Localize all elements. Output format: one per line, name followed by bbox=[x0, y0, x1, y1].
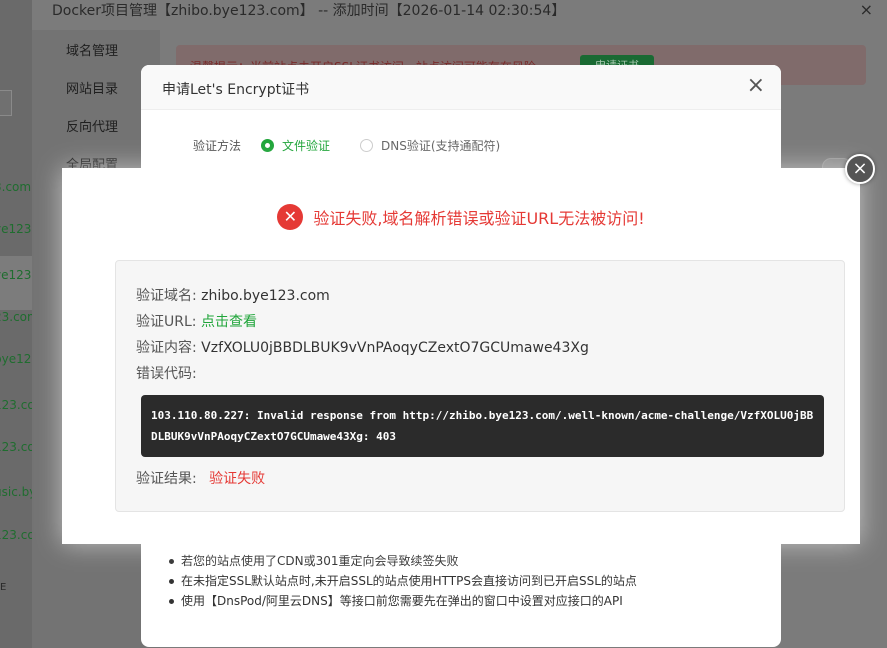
verify-content-value: VzfXOLU0jBBDLBUK9vVnPAoqyCZextO7GCUmawe4… bbox=[201, 340, 589, 356]
background-site-fragment: 123.co bbox=[0, 398, 32, 412]
background-input-box bbox=[0, 90, 12, 116]
dns-verify-label: DNS验证(支持通配符) bbox=[381, 139, 501, 153]
verify-method-row: 验证方法 文件验证 DNS验证(支持通配符) bbox=[193, 137, 530, 154]
tip-item: 若您的站点使用了CDN或301重定向会导致续签失败 bbox=[167, 551, 767, 571]
tip-item: 使用【DnsPod/阿里云DNS】等接口前您需要先在弹出的窗口中设置对应接口的A… bbox=[167, 591, 767, 611]
project-window-title: Docker项目管理【zhibo.bye123.com】 -- 添加时间【202… bbox=[52, 3, 566, 19]
background-site-fragment: bye123. bbox=[0, 352, 32, 366]
verify-result-value: 验证失败 bbox=[209, 471, 266, 487]
error-code-row: 错误代码: bbox=[136, 363, 197, 383]
letsencrypt-dialog-header: 申请Let's Encrypt证书 × bbox=[141, 65, 781, 110]
letsencrypt-dialog-title: 申请Let's Encrypt证书 bbox=[162, 82, 310, 98]
verify-content-row: 验证内容: VzfXOLU0jBBDLBUK9vVnPAoqyCZextO7GC… bbox=[136, 337, 589, 357]
sidebar-item-site-dir[interactable]: 网站目录 bbox=[66, 78, 118, 97]
verify-domain-row: 验证域名: zhibo.bye123.com bbox=[136, 285, 330, 305]
verify-error-dialog: ✕ 验证失败,域名解析错误或验证URL无法被访问! 验证域名: zhibo.by… bbox=[62, 168, 860, 544]
dns-verify-radio[interactable]: DNS验证(支持通配符) bbox=[360, 137, 500, 154]
radio-unchecked-icon bbox=[360, 139, 374, 152]
background-site-list: z 3.com ye123.c ye123.c 23.com bye123. 1… bbox=[0, 0, 32, 648]
verify-content-label: 验证内容: bbox=[136, 340, 197, 356]
close-icon[interactable]: × bbox=[845, 154, 875, 184]
background-selected-row bbox=[0, 256, 32, 310]
file-verify-radio[interactable]: 文件验证 bbox=[261, 137, 330, 154]
error-header: ✕ 验证失败,域名解析错误或验证URL无法被访问! bbox=[62, 204, 860, 230]
verify-method-label: 验证方法 bbox=[193, 139, 242, 153]
background-site-fragment: 23.com bbox=[0, 310, 32, 324]
error-icon: ✕ bbox=[277, 204, 304, 230]
verify-url-row: 验证URL: 点击查看 bbox=[136, 311, 257, 331]
close-icon[interactable]: × bbox=[747, 75, 765, 97]
project-close-icon[interactable]: × bbox=[860, 0, 873, 19]
verify-domain-label: 验证域名: bbox=[136, 288, 197, 304]
tip-item: 在未指定SSL默认站点时,未开启SSL的站点使用HTTPS会直接访问到已开启SS… bbox=[167, 571, 767, 591]
background-site-fragment: usic.by bbox=[0, 485, 32, 499]
radio-checked-icon bbox=[261, 139, 275, 152]
error-code-label: 错误代码: bbox=[136, 366, 197, 382]
verify-url-label: 验证URL: bbox=[136, 314, 197, 330]
background-site-fragment: ye123.c bbox=[0, 222, 32, 236]
verify-result-label: 验证结果: bbox=[136, 471, 197, 487]
background-site-fragment: 123.co bbox=[0, 440, 32, 454]
background-text-fragment: E bbox=[0, 582, 7, 593]
tips-list: 若您的站点使用了CDN或301重定向会导致续签失败 在未指定SSL默认站点时,未… bbox=[167, 551, 767, 611]
error-code-block: 103.110.80.227: Invalid response from ht… bbox=[141, 395, 824, 457]
background-site-fragment: 123.co bbox=[0, 528, 32, 542]
verify-domain-value: zhibo.bye123.com bbox=[201, 288, 330, 304]
verify-result-row: 验证结果: 验证失败 bbox=[136, 468, 265, 488]
sidebar-item-domain[interactable]: 域名管理 bbox=[66, 40, 118, 59]
background-site-fragment: ye123.c bbox=[0, 268, 32, 282]
error-details-panel: 验证域名: zhibo.bye123.com 验证URL: 点击查看 验证内容:… bbox=[115, 260, 845, 512]
file-verify-label: 文件验证 bbox=[282, 139, 331, 153]
sidebar-item-reverse-proxy[interactable]: 反向代理 bbox=[66, 116, 118, 135]
background-site-fragment: 3.com bbox=[0, 180, 32, 194]
verify-url-link[interactable]: 点击查看 bbox=[201, 314, 257, 330]
error-message: 验证失败,域名解析错误或验证URL无法被访问! bbox=[313, 209, 645, 228]
